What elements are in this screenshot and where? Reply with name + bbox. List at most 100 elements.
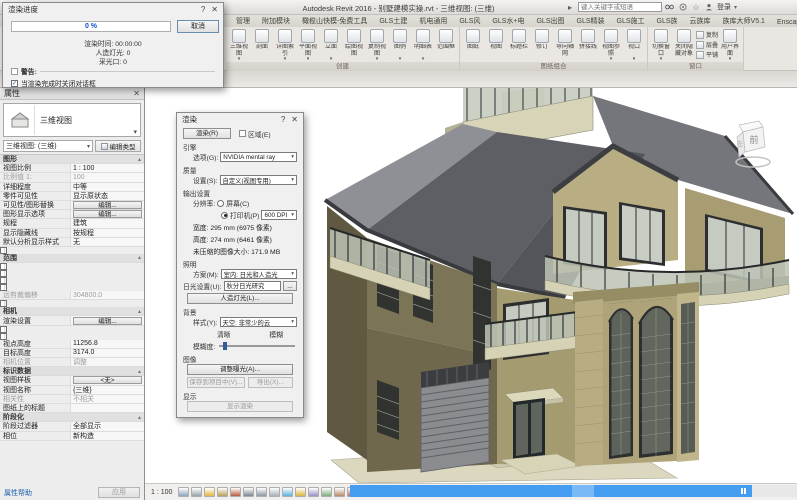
artificial-lights-button[interactable]: 人造灯光(L)... <box>187 293 293 304</box>
property-value[interactable]: 中等 <box>70 183 144 191</box>
properties-help-link[interactable]: 属性帮助 <box>4 488 32 498</box>
ribbon-tab-GLS精装[interactable]: GLS精装 <box>571 15 611 27</box>
view-cube[interactable]: 前 左 <box>731 116 783 178</box>
property-value[interactable]: 3174.0 <box>70 349 144 357</box>
communication-center-icon[interactable] <box>678 2 688 12</box>
ribbon-button-详图索引[interactable]: 详图索引▾ <box>274 28 296 61</box>
cancel-button[interactable]: 取消 <box>177 20 219 33</box>
sun-setting-field[interactable]: 秋分日光研究 <box>224 281 281 291</box>
search-icon[interactable] <box>665 2 675 12</box>
printer-radio[interactable] <box>221 212 228 219</box>
highlight-displacement-sets-icon[interactable] <box>334 487 345 497</box>
pause-icon[interactable] <box>741 488 746 494</box>
close-icon[interactable]: ✕ <box>291 115 298 124</box>
show-rendering-dialog-icon[interactable] <box>230 487 241 497</box>
ribbon-button-立面[interactable]: 立面▾ <box>320 28 342 61</box>
ribbon-button-拼接线[interactable]: 拼接线 <box>577 28 599 57</box>
instance-combo[interactable]: 三维视图: (三维)▾ <box>3 140 93 152</box>
edit-button[interactable]: 编辑... <box>73 317 142 325</box>
type-selector[interactable]: 三维视图 ▾ <box>3 103 141 137</box>
ribbon-button-复制视图[interactable]: 复制视图▾ <box>366 28 388 61</box>
ribbon-button-绘图视图[interactable]: 绘图视图 <box>343 28 365 57</box>
lighting-scheme-select[interactable]: 室内: 日光和人造光▾ <box>221 269 297 279</box>
crop-view-icon[interactable] <box>243 487 254 497</box>
temporary-view-properties-icon[interactable] <box>308 487 319 497</box>
ribbon-tab-族库大师V5.1[interactable]: 族库大师V5.1 <box>717 15 771 27</box>
property-value[interactable]: 无 <box>70 238 144 246</box>
reveal-hidden-elements-icon[interactable] <box>295 487 306 497</box>
edit-button[interactable]: 编辑... <box>73 201 142 209</box>
property-value[interactable]: 建筑 <box>70 219 144 227</box>
close-icon[interactable]: ✕ <box>211 5 218 14</box>
sun-path-icon[interactable] <box>204 487 215 497</box>
property-value[interactable]: 100 <box>70 173 144 181</box>
property-value[interactable]: 不相关 <box>70 395 144 403</box>
ribbon-button-三维视图[interactable]: 三维视图▾ <box>228 28 250 61</box>
ribbon-button-平面视图[interactable]: 平面视图▾ <box>297 28 319 61</box>
property-value[interactable]: {三维} <box>70 386 144 394</box>
render-button[interactable]: 渲染(R) <box>183 128 231 139</box>
help-icon[interactable]: ? <box>195 5 211 14</box>
haze-slider-handle[interactable] <box>223 342 227 350</box>
search-input[interactable] <box>578 2 662 12</box>
edit-button[interactable]: 编辑... <box>73 210 142 218</box>
ribbon-button-修订[interactable]: 修订 <box>531 28 553 57</box>
quality-select[interactable]: 自定义(视图专用)▾ <box>220 175 297 185</box>
property-value[interactable]: 全部显示 <box>70 422 144 430</box>
collapse-search-icon[interactable]: ▸ <box>565 2 575 12</box>
ribbon-tab-机电通用[interactable]: 机电通用 <box>413 15 453 27</box>
edit-button[interactable]: <无> <box>73 376 142 384</box>
type-selector-arrow-icon[interactable]: ▾ <box>130 128 140 136</box>
property-value[interactable]: 304800.0 <box>70 291 144 299</box>
save-to-project-button[interactable]: 保存到项目中(V)... <box>187 377 245 388</box>
ribbon-button-关闭隐藏对象[interactable]: 关闭隐藏对象 <box>673 28 695 57</box>
ribbon-tab-附加模块[interactable]: 附加模块 <box>256 15 296 27</box>
ribbon-tab-GLS施工[interactable]: GLS施工 <box>611 15 651 27</box>
ribbon-button-剖面[interactable]: 剖面 <box>251 28 273 57</box>
expand-warnings-icon[interactable] <box>11 68 18 75</box>
property-value[interactable]: 调整 <box>70 358 144 366</box>
ribbon-tab-Enscape™[interactable]: Enscape™ <box>771 18 797 27</box>
engine-select[interactable]: NVIDIA mental ray▾ <box>220 152 297 162</box>
show-crop-region-icon[interactable] <box>256 487 267 497</box>
haze-slider[interactable] <box>219 345 295 347</box>
apply-button[interactable]: 应用 <box>98 487 140 498</box>
property-value[interactable]: 11256.8 <box>70 340 144 348</box>
show-render-button[interactable]: 显示渲染 <box>187 401 293 412</box>
property-value[interactable]: 新构造 <box>70 432 144 440</box>
ribbon-tab-GLS水+电[interactable]: GLS水+电 <box>486 15 530 27</box>
temporary-hide-isolate-icon[interactable] <box>282 487 293 497</box>
ribbon-button-图例[interactable]: 图例▾ <box>389 28 411 61</box>
collapse-section-icon[interactable]: ▴ <box>138 308 141 315</box>
sun-browse-button[interactable]: ... <box>283 281 297 291</box>
ribbon-tab-橄榄山快模-免费工具[interactable]: 橄榄山快模-免费工具 <box>296 15 373 27</box>
ribbon-button-视口[interactable]: 视口▾ <box>623 28 645 61</box>
shadows-icon[interactable] <box>217 487 228 497</box>
sign-in-label[interactable]: 登录 <box>717 2 731 12</box>
dpi-select[interactable]: 600 DPI▾ <box>261 210 297 220</box>
help-icon[interactable]: ? <box>275 115 291 124</box>
ribbon-button-导向轴网[interactable]: 导向轴网 <box>554 28 576 57</box>
property-value[interactable] <box>70 404 144 412</box>
property-value[interactable]: 显示原状态 <box>70 192 144 200</box>
scale-button[interactable]: 1 : 100 <box>151 489 172 496</box>
ribbon-button-层叠[interactable]: 层叠 <box>696 40 718 49</box>
collapse-section-icon[interactable]: ▴ <box>138 156 141 163</box>
unlocked-view-icon[interactable] <box>269 487 280 497</box>
ribbon-tab-GLS风[interactable]: GLS风 <box>453 15 486 27</box>
background-style-select[interactable]: 天空: 非常少的云▾ <box>220 317 297 327</box>
detail-level-icon[interactable] <box>178 487 189 497</box>
ribbon-button-视图[interactable]: 视图 <box>485 28 507 57</box>
ribbon-tab-GLS出图[interactable]: GLS出图 <box>530 15 570 27</box>
collapse-section-icon[interactable]: ▴ <box>138 254 141 261</box>
ribbon-button-图纸[interactable]: 图纸 <box>462 28 484 57</box>
ribbon-tab-管理[interactable]: 管理 <box>230 15 256 27</box>
screen-radio[interactable] <box>217 200 224 207</box>
ribbon-button-复制[interactable]: 复制 <box>696 30 718 39</box>
edit-type-button[interactable]: 编辑类型 <box>95 140 141 152</box>
ribbon-tab-GLS族[interactable]: GLS族 <box>651 15 684 27</box>
region-checkbox[interactable] <box>239 130 246 137</box>
ribbon-button-视图参照[interactable]: 视图参照▾ <box>600 28 622 61</box>
ribbon-button-标题栏[interactable]: 标题栏 <box>508 28 530 57</box>
property-value[interactable]: 按规程 <box>70 229 144 237</box>
